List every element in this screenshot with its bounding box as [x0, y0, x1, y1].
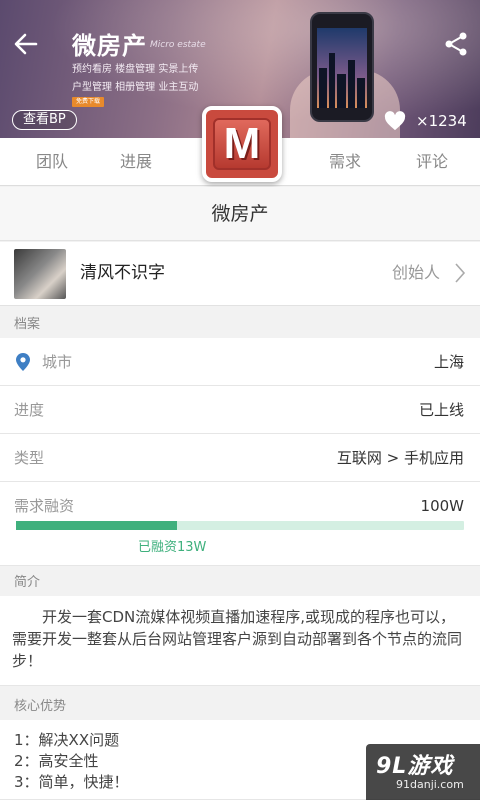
- progress-row: 进度 已上线: [0, 386, 480, 434]
- tab-needs[interactable]: 需求: [315, 138, 375, 186]
- tab-team[interactable]: 团队: [22, 138, 82, 186]
- founder-avatar: [14, 249, 66, 299]
- intro-text: 开发一套CDN流媒体视频直播加速程序,或现成的程序也可以，需要开发一整套从后台网…: [0, 596, 480, 686]
- back-arrow-icon[interactable]: [10, 28, 42, 60]
- city-row: 城市 上海: [0, 338, 480, 386]
- city-label: 城市: [42, 353, 73, 371]
- location-pin-icon: [16, 353, 30, 371]
- funding-progress-bar: [16, 521, 464, 530]
- logo-letter: M: [223, 119, 261, 168]
- site-watermark: 9L游戏 91danji.com: [366, 744, 480, 800]
- type-label: 类型: [14, 449, 45, 467]
- advantages-section-label: 核心优势: [0, 692, 480, 722]
- watermark-url: 91danji.com: [396, 778, 464, 791]
- founder-role: 创始人: [391, 263, 440, 282]
- archive-section-label: 档案: [0, 310, 480, 340]
- banner-phone-image: [310, 12, 374, 122]
- founder-row[interactable]: 清风不识字 创始人: [0, 242, 480, 306]
- tab-comments[interactable]: 评论: [402, 138, 462, 186]
- raised-amount: 已融资13W: [138, 540, 207, 555]
- watermark-logo: 9L游戏: [376, 754, 454, 779]
- heart-icon: [384, 111, 406, 131]
- progress-label: 进度: [14, 401, 45, 419]
- banner-app-name-en: Micro estate: [150, 40, 206, 50]
- city-value: 上海: [433, 353, 464, 371]
- banner-download-tag: 免费下载: [72, 97, 105, 107]
- banner-feature-line-1: 预约看房 楼盘管理 实景上传: [72, 64, 199, 75]
- like-button[interactable]: ×1234: [384, 110, 467, 132]
- share-icon[interactable]: [442, 30, 470, 58]
- banner-app-name: 微房产: [72, 32, 147, 60]
- type-row: 类型 互联网 > 手机应用: [0, 434, 480, 482]
- type-value: 互联网 > 手机应用: [336, 449, 464, 467]
- progress-value: 已上线: [418, 401, 464, 419]
- project-logo: M: [202, 106, 282, 182]
- project-title: 微房产: [0, 187, 480, 241]
- view-bp-button[interactable]: 查看BP: [12, 110, 77, 130]
- funding-progress-fill: [16, 521, 178, 530]
- banner-feature-line-2: 户型管理 相册管理 业主互动: [72, 82, 199, 93]
- like-count: ×1234: [416, 112, 467, 130]
- intro-section-label: 简介: [0, 568, 480, 598]
- tab-progress[interactable]: 进展: [106, 138, 166, 186]
- founder-name: 清风不识字: [80, 263, 165, 283]
- chevron-right-icon: [455, 263, 466, 283]
